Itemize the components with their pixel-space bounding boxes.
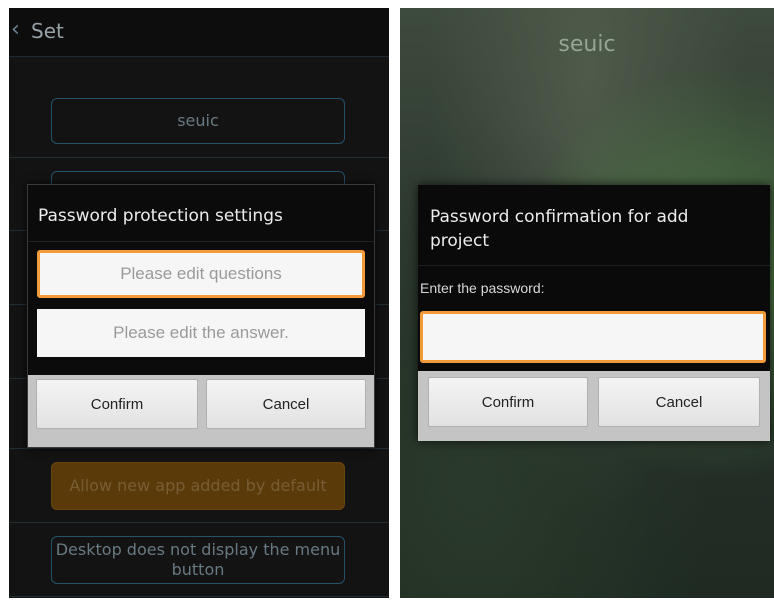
dialog-button-bar: Confirm Cancel xyxy=(28,375,374,447)
dialog-divider xyxy=(418,265,770,266)
dialog-title: Password confirmation for add project xyxy=(430,207,689,251)
app-title: seuic xyxy=(558,32,616,57)
cancel-button[interactable]: Cancel xyxy=(206,379,366,429)
security-answer-placeholder: Please edit the answer. xyxy=(113,323,289,342)
right-phone-screen: seuic Password confirmation for add proj… xyxy=(400,8,774,598)
password-input[interactable] xyxy=(420,311,766,363)
security-question-input[interactable]: Please edit questions xyxy=(37,250,365,298)
confirm-button[interactable]: Confirm xyxy=(428,377,588,427)
dialog-divider xyxy=(28,241,374,242)
password-prompt-label: Enter the password: xyxy=(420,280,545,296)
password-confirmation-dialog: Password confirmation for add project En… xyxy=(418,185,770,441)
security-answer-input[interactable]: Please edit the answer. xyxy=(37,309,365,357)
cancel-button[interactable]: Cancel xyxy=(598,377,760,427)
confirm-button[interactable]: Confirm xyxy=(36,379,198,429)
dialog-button-bar: Confirm Cancel xyxy=(418,371,770,441)
password-protection-dialog: Password protection settings Please edit… xyxy=(27,184,375,448)
left-phone-screen: ‹ Set seuic Version 2.0.2.0 Allow new ap… xyxy=(9,8,389,598)
dialog-title: Password protection settings xyxy=(38,206,283,226)
security-question-placeholder: Please edit questions xyxy=(120,264,282,283)
